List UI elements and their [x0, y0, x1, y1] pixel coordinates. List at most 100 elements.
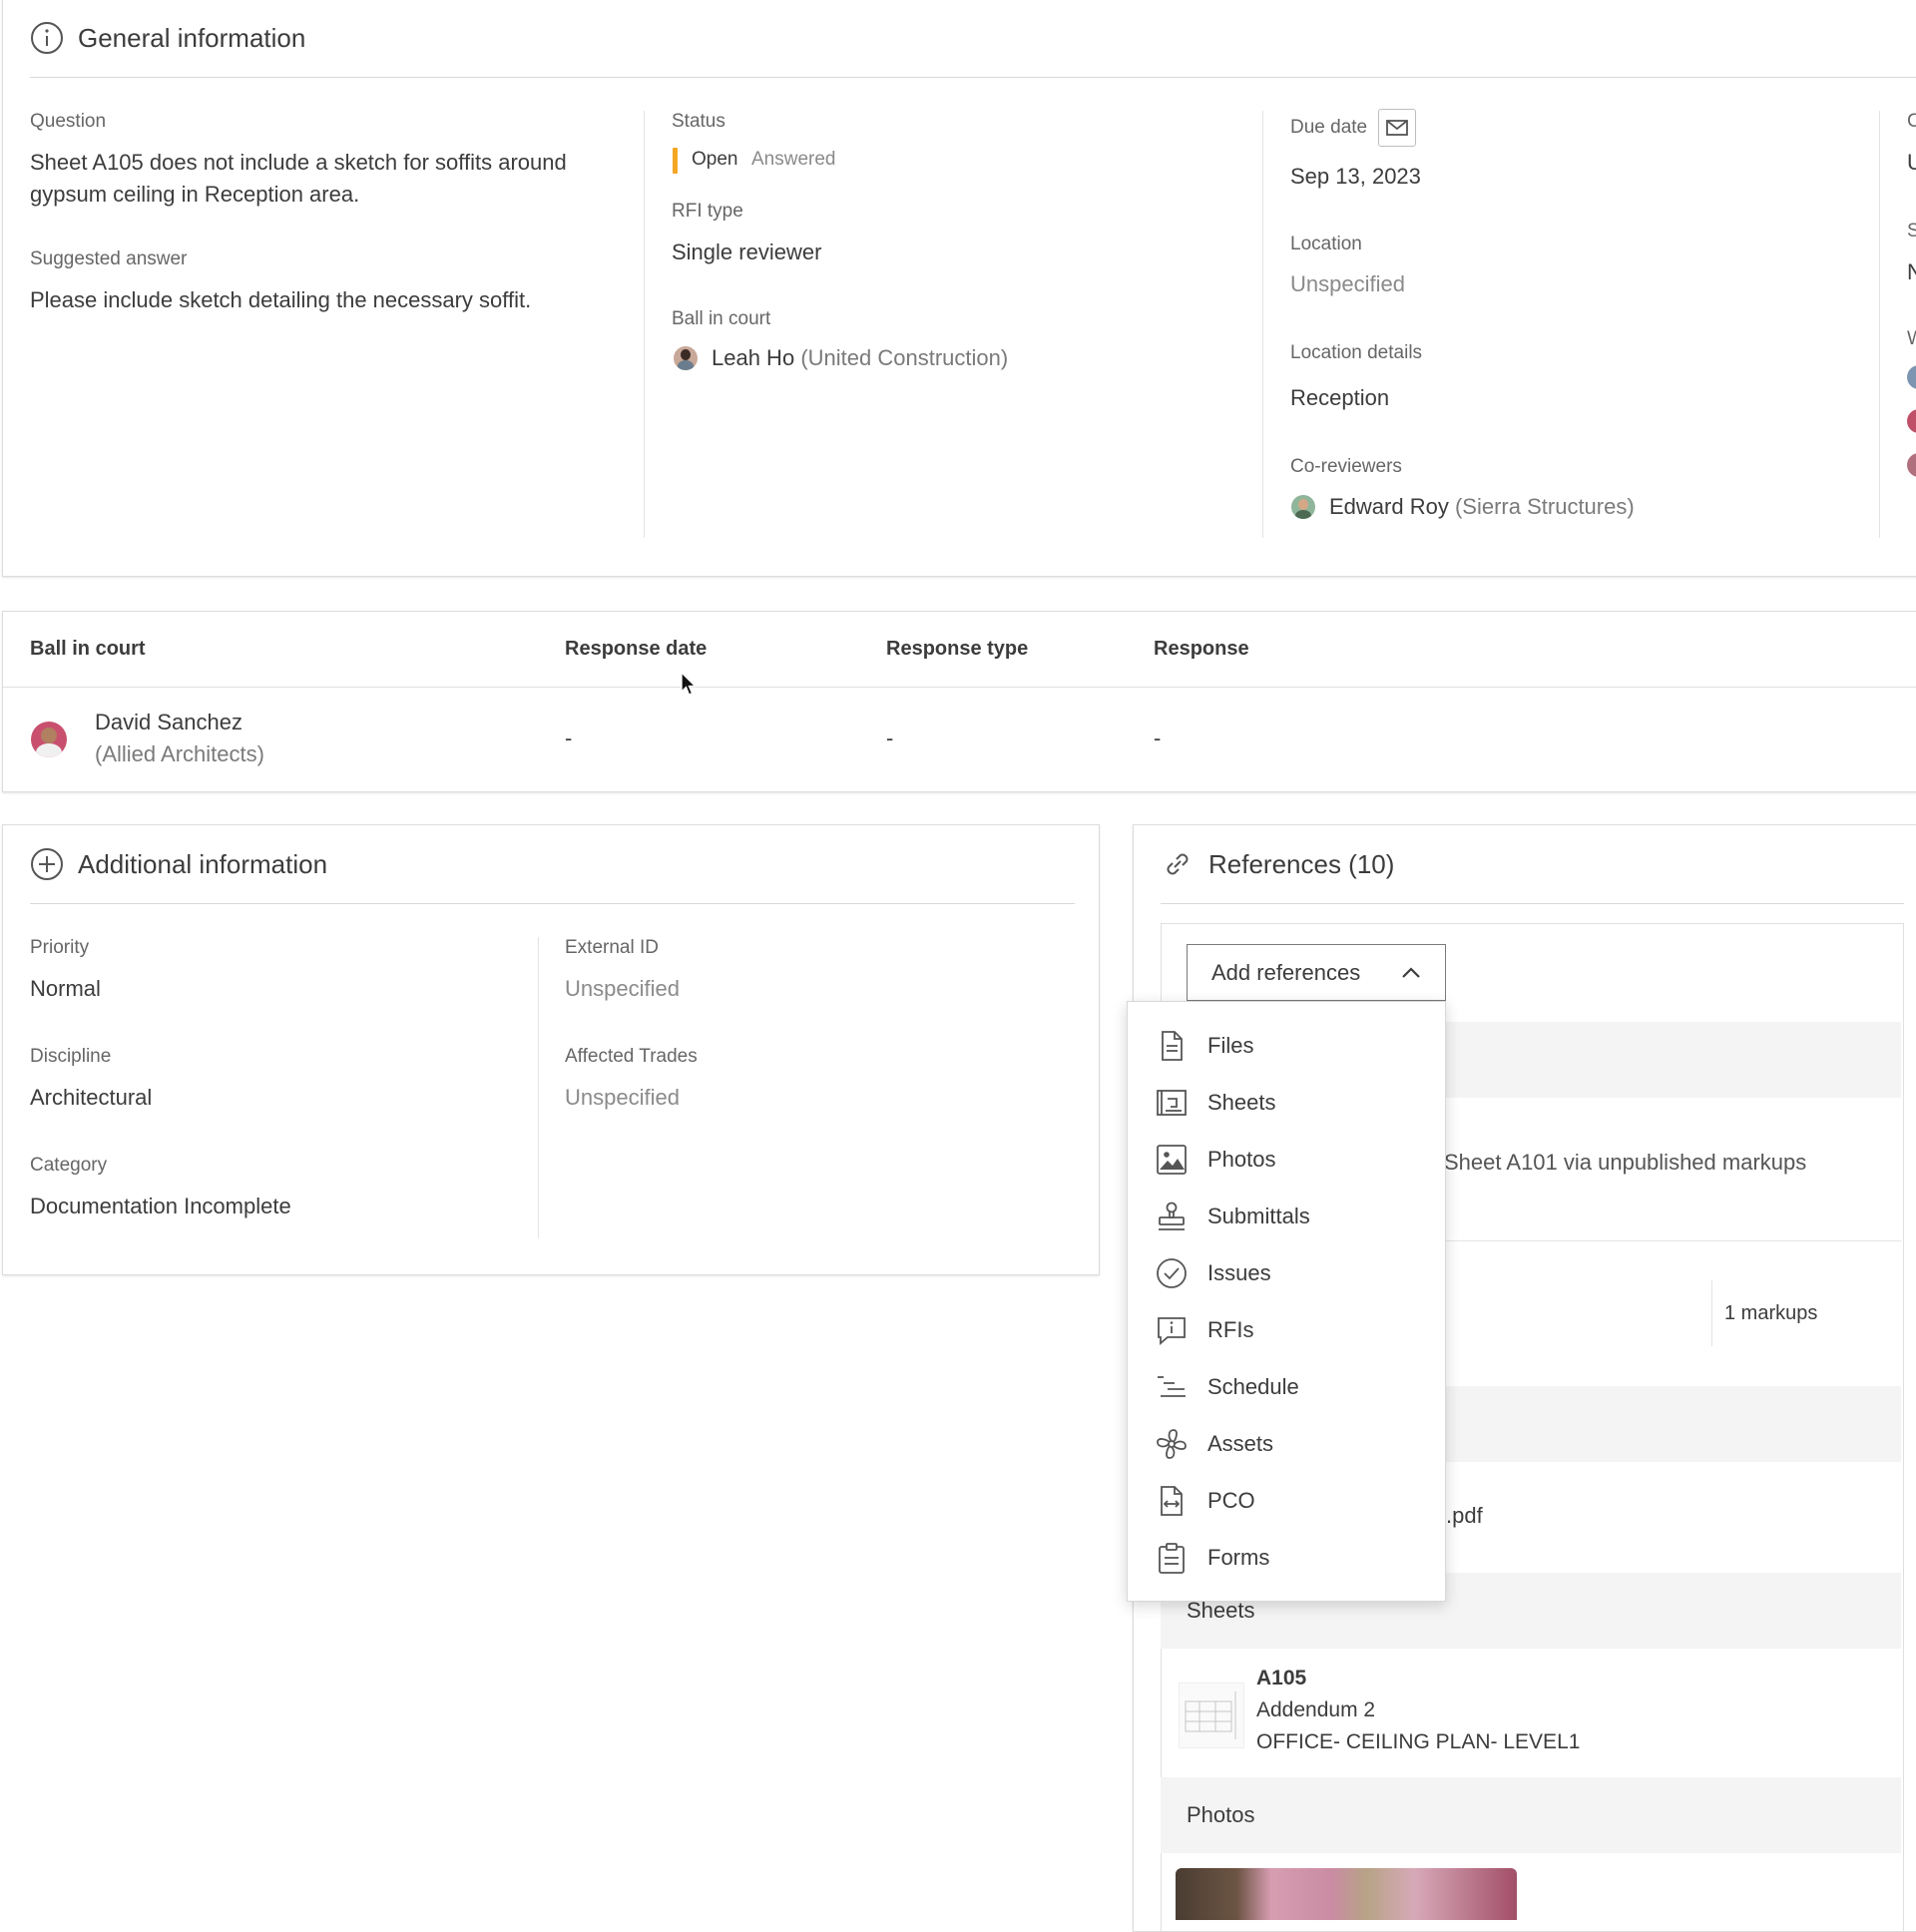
responder-org: (Allied Architects)	[95, 741, 264, 766]
menu-item-label: Issues	[1207, 1259, 1271, 1285]
stamp-icon	[1159, 1202, 1185, 1230]
menu-item-label: Forms	[1207, 1544, 1270, 1570]
avatar	[1907, 409, 1916, 433]
schedule-icon	[1158, 1375, 1186, 1397]
title-divider	[1161, 903, 1904, 904]
sheet-name: OFFICE- CEILING PLAN- LEVEL1	[1256, 1730, 1581, 1753]
due-date-value: Sep 13, 2023	[1290, 164, 1421, 189]
suggested-answer-label: Suggested answer	[30, 248, 188, 269]
additional-information-header[interactable]: Additional information	[30, 847, 327, 881]
title-divider	[30, 903, 1075, 904]
status-label: Status	[672, 111, 725, 132]
location-details-value: Reception	[1290, 385, 1390, 410]
pco-icon	[1161, 1485, 1183, 1516]
avatar	[31, 722, 67, 757]
column-divider	[1262, 111, 1263, 538]
rfi-type-value: Single reviewer	[672, 240, 822, 264]
avatar	[674, 346, 698, 370]
menu-item-schedule[interactable]: Schedule	[1128, 1358, 1445, 1415]
priority-value: Normal	[30, 976, 101, 1001]
additional-information-card: Additional information Priority Normal D…	[2, 824, 1100, 1275]
due-date-label: Due date	[1290, 117, 1368, 138]
menu-item-files[interactable]: Files	[1128, 1017, 1445, 1074]
table-row[interactable]: David Sanchez (Allied Architects) - - -	[3, 688, 1916, 791]
plus-circle-icon	[31, 848, 63, 880]
photos-group-label: Photos	[1187, 1802, 1255, 1827]
photo-thumbnail[interactable]	[1176, 1868, 1517, 1920]
markups-count[interactable]: 1 markups	[1724, 1302, 1817, 1325]
external-id-label: External ID	[565, 937, 659, 958]
menu-item-photos[interactable]: Photos	[1128, 1131, 1445, 1188]
ball-in-court-person[interactable]: Leah Ho (United Construction)	[674, 345, 1008, 371]
add-references-button[interactable]: Add references	[1187, 944, 1446, 1001]
co-reviewer-person[interactable]: Edward Roy (Sierra Structures)	[1291, 494, 1635, 520]
cut-column-label: C	[1907, 111, 1916, 132]
responder-name: David Sanchez	[95, 710, 242, 734]
ball-in-court-label: Ball in court	[672, 308, 771, 329]
response-type-value: -	[886, 725, 894, 750]
fan-icon	[1157, 1428, 1187, 1459]
menu-item-issues[interactable]: Issues	[1128, 1244, 1445, 1301]
menu-item-pco[interactable]: PCO	[1128, 1472, 1445, 1529]
reference-file-name[interactable]: .pdf	[1446, 1503, 1483, 1529]
rfi-icon	[1158, 1316, 1186, 1345]
general-information-header[interactable]: General information	[30, 21, 305, 55]
link-icon	[1167, 853, 1189, 875]
references-title: References (10)	[1208, 848, 1395, 879]
reference-markup-text: Sheet A101 via unpublished markups	[1444, 1150, 1807, 1175]
avatar	[1291, 495, 1315, 519]
mouse-cursor	[681, 672, 697, 696]
cut-column-label: S	[1907, 221, 1916, 242]
general-information-card: General information Question Sheet A105 …	[2, 0, 1916, 577]
email-reminder-button[interactable]	[1378, 109, 1416, 147]
avatar	[1907, 365, 1916, 389]
status-answered: Answered	[751, 149, 836, 170]
menu-item-label: Files	[1207, 1032, 1254, 1058]
menu-item-label: Assets	[1207, 1430, 1274, 1456]
external-id-value: Unspecified	[565, 976, 680, 1001]
response-value: -	[1154, 725, 1162, 750]
menu-item-sheets[interactable]: Sheets	[1128, 1074, 1445, 1131]
markups-divider	[1711, 1280, 1712, 1346]
reference-group-photos: Photos	[1161, 1777, 1901, 1853]
discipline-value: Architectural	[30, 1085, 153, 1110]
ball-in-court-name: Leah Ho	[712, 345, 795, 370]
cut-column-label: W	[1907, 328, 1916, 349]
co-reviewer-org: (Sierra Structures)	[1454, 494, 1635, 519]
menu-item-label: RFIs	[1207, 1316, 1254, 1342]
check-circle-icon	[1157, 1257, 1187, 1288]
menu-item-label: PCO	[1207, 1487, 1255, 1513]
menu-item-forms[interactable]: Forms	[1128, 1529, 1445, 1586]
menu-item-assets[interactable]: Assets	[1128, 1415, 1445, 1472]
cut-column-value: N	[1907, 259, 1916, 284]
column-header-response-date[interactable]: Response date	[565, 638, 707, 661]
affected-trades-value: Unspecified	[565, 1085, 680, 1110]
column-header-ball-in-court[interactable]: Ball in court	[30, 638, 146, 661]
general-information-title: General information	[78, 22, 306, 53]
location-value: Unspecified	[1290, 271, 1405, 296]
column-header-response[interactable]: Response	[1154, 638, 1249, 661]
category-value: Documentation Incomplete	[30, 1194, 291, 1218]
location-label: Location	[1290, 234, 1362, 254]
ball-in-court-org: (United Construction)	[800, 345, 1009, 370]
additional-information-title: Additional information	[78, 848, 328, 879]
title-divider	[30, 77, 1916, 78]
question-value: Sheet A105 does not include a sketch for…	[30, 150, 567, 207]
avatar	[1907, 453, 1916, 477]
discipline-label: Discipline	[30, 1046, 112, 1067]
question-label: Question	[30, 111, 107, 132]
references-header[interactable]: References (10)	[1161, 847, 1394, 881]
photo-icon	[1157, 1144, 1187, 1175]
file-icon	[1162, 1030, 1183, 1061]
category-label: Category	[30, 1155, 108, 1176]
rfi-type-label: RFI type	[672, 201, 743, 222]
menu-item-submittals[interactable]: Submittals	[1128, 1188, 1445, 1244]
column-divider	[1879, 111, 1880, 538]
menu-item-rfis[interactable]: RFIs	[1128, 1301, 1445, 1358]
mail-icon	[1386, 120, 1408, 136]
column-header-response-type[interactable]: Response type	[886, 638, 1028, 661]
add-references-menu: Files Sheets Photos Submittals Issues RF…	[1127, 1001, 1446, 1602]
menu-item-label: Photos	[1207, 1146, 1276, 1172]
sheet-reference-item[interactable]: A105 Addendum 2 OFFICE- CEILING PLAN- LE…	[1161, 1649, 1901, 1776]
response-table: Ball in court Response date Response typ…	[2, 611, 1916, 792]
